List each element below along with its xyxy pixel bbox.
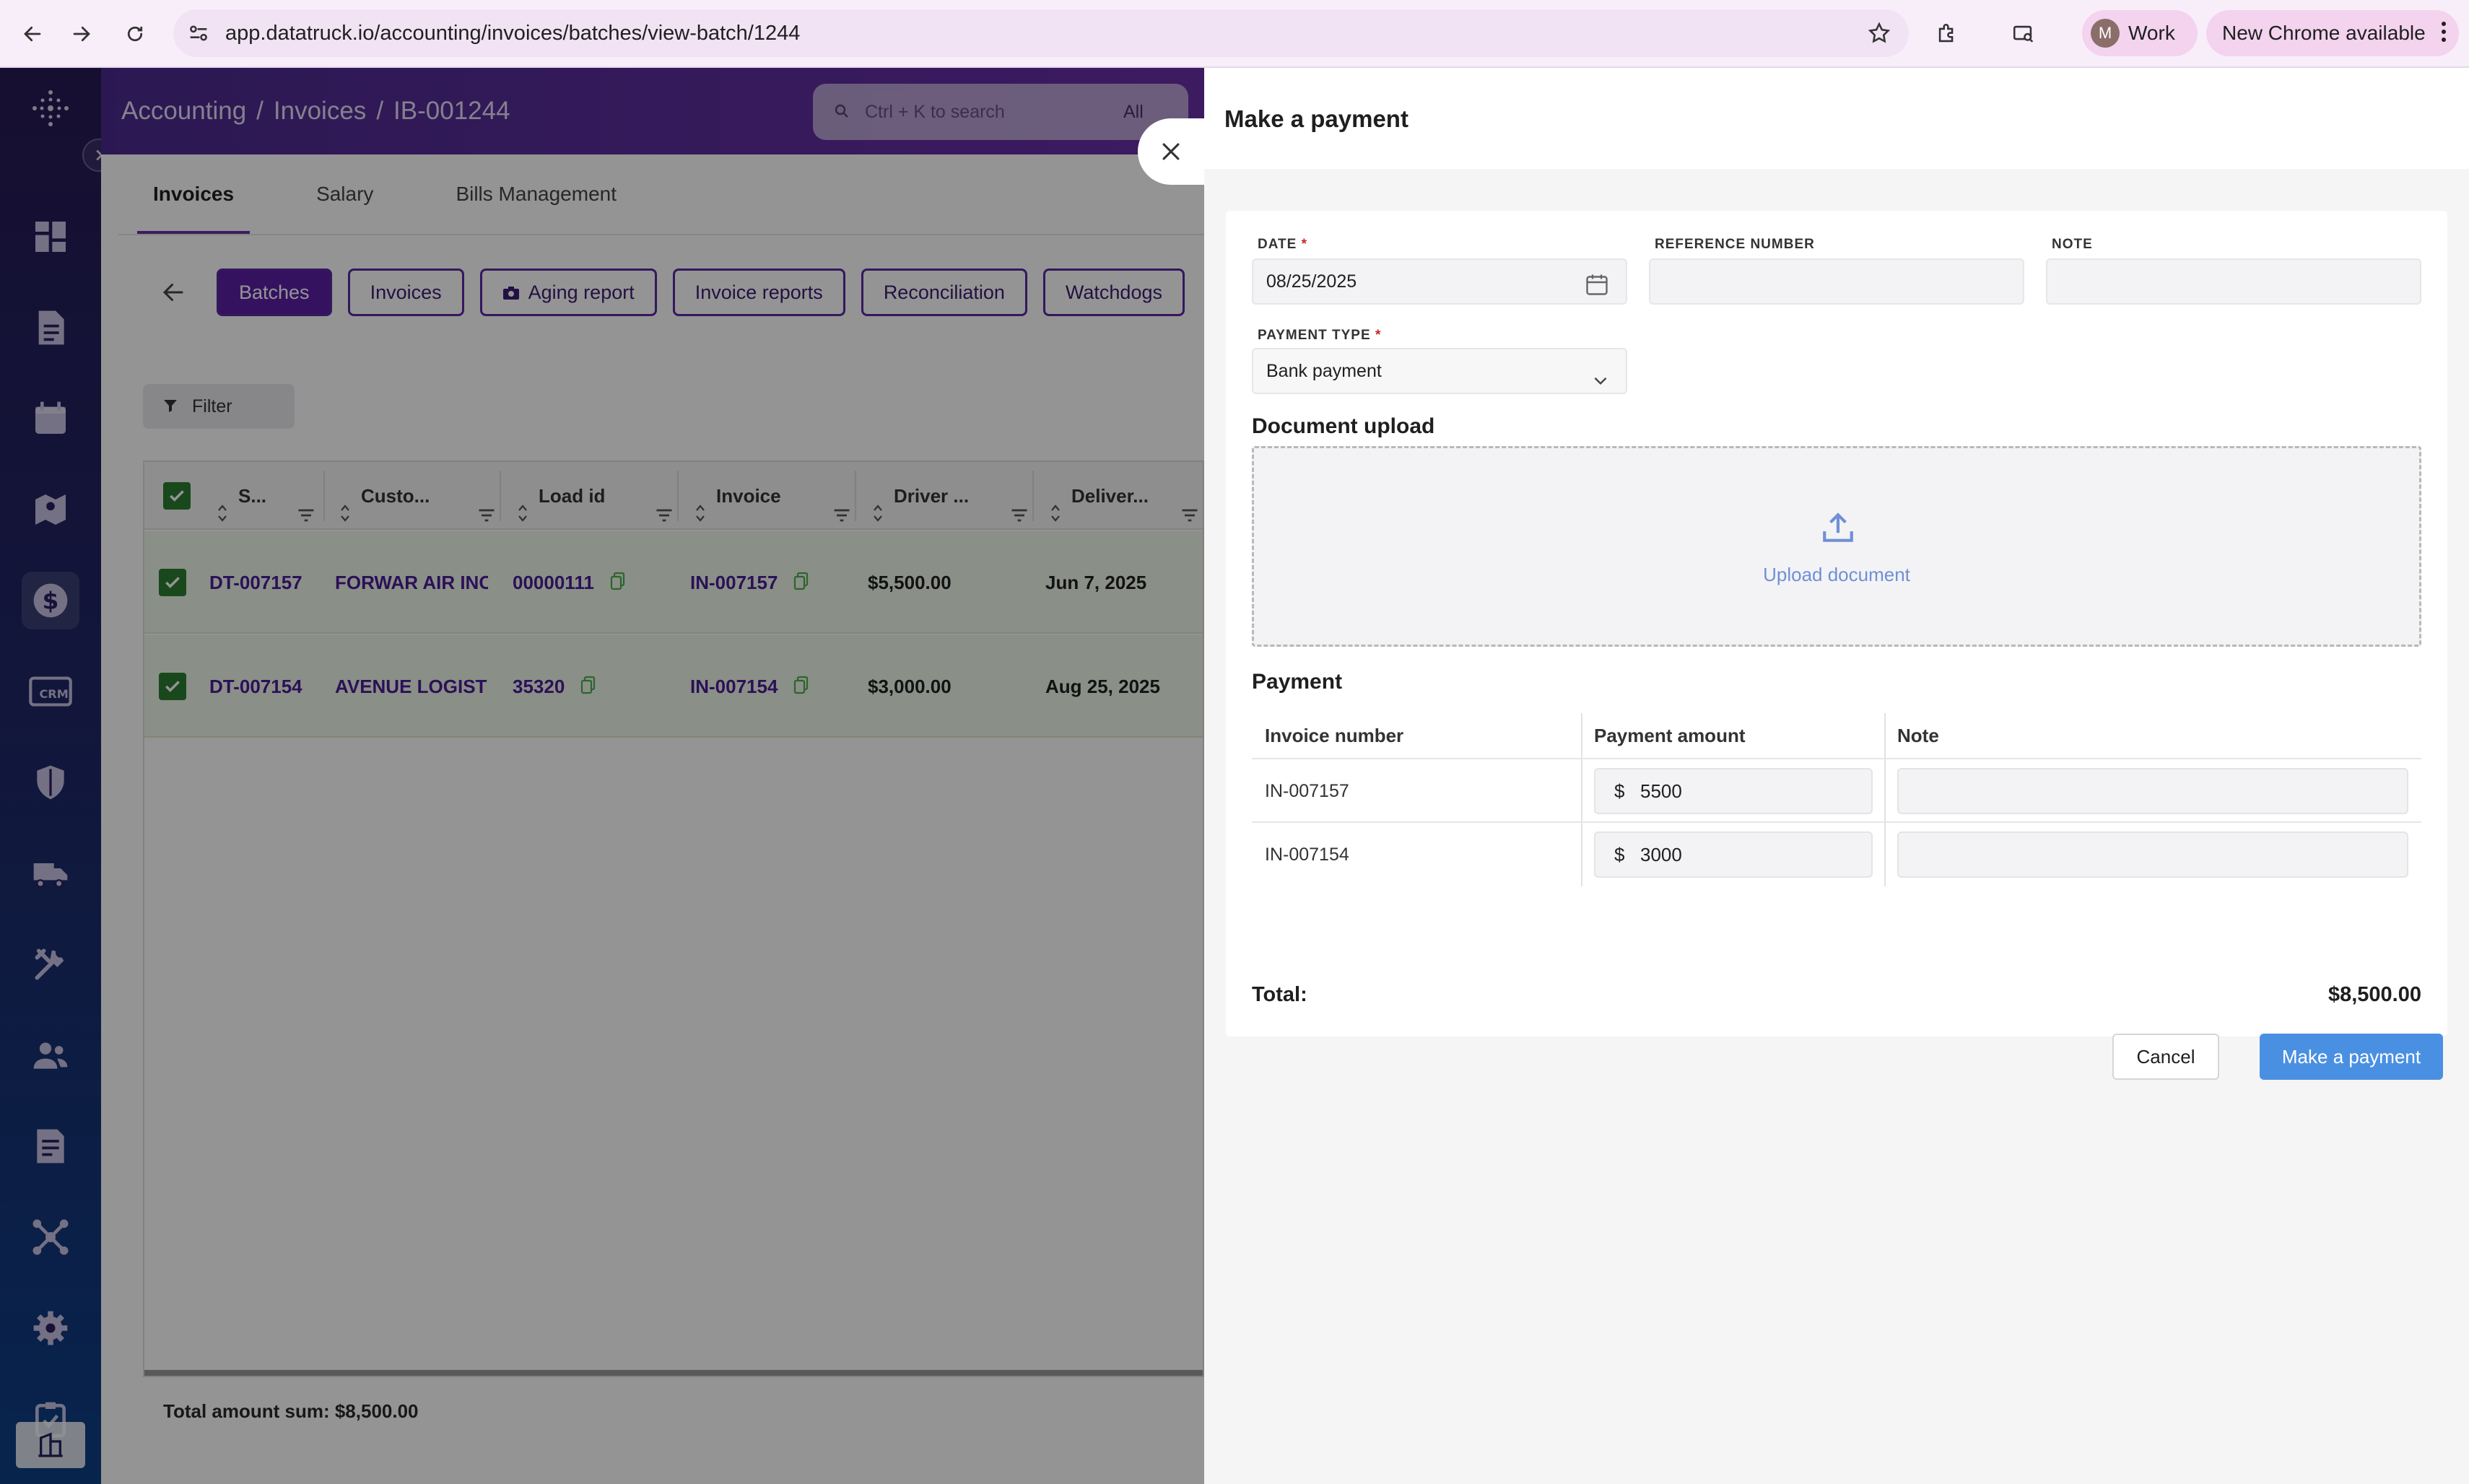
browser-toolbar: app.datatruck.io/accounting/invoices/bat…: [0, 0, 2469, 68]
date-label: DATE *: [1258, 237, 1307, 252]
chevron-down-icon: [1591, 362, 1610, 406]
chrome-update-button[interactable]: New Chrome available: [2206, 10, 2459, 56]
calendar-icon[interactable]: [1584, 270, 1610, 313]
column-header-note: Note: [1897, 725, 1939, 746]
document-dropzone[interactable]: Upload document: [1252, 446, 2421, 647]
column-header-payment-amount: Payment amount: [1594, 725, 1746, 746]
upload-icon: [1820, 510, 1856, 550]
payment-type-label: PAYMENT TYPE *: [1258, 328, 1382, 343]
payment-form: DATE * 08/25/2025 REFERENCE NUMBER NOTE …: [1226, 211, 2447, 1080]
bookmark-star-icon[interactable]: [1867, 21, 1891, 49]
date-field[interactable]: 08/25/2025: [1252, 258, 1627, 305]
payment-amount-input[interactable]: $ 5500: [1594, 768, 1873, 814]
column-header-invoice-number: Invoice number: [1265, 725, 1404, 746]
update-label: New Chrome available: [2222, 22, 2426, 44]
note-label: NOTE: [2052, 237, 2093, 252]
payment-invoice-number: IN-007154: [1265, 844, 1349, 865]
kebab-menu-icon[interactable]: [2440, 22, 2447, 45]
make-payment-drawer: Make a payment DATE * 08/25/2025 REFEREN…: [1204, 68, 2469, 1484]
drawer-title: Make a payment: [1224, 105, 1408, 132]
payment-section-title: Payment: [1252, 670, 1343, 694]
total-value: $8,500.00: [2328, 983, 2421, 1006]
reload-icon[interactable]: [117, 16, 153, 52]
profile-label: Work: [2128, 22, 2175, 44]
reference-number-input[interactable]: [1649, 258, 2024, 305]
make-payment-button[interactable]: Make a payment: [2260, 1034, 2443, 1080]
close-icon: [1162, 143, 1180, 160]
payment-note-input[interactable]: [1897, 768, 2408, 814]
profile-button[interactable]: M Work: [2082, 10, 2198, 56]
payment-type-select[interactable]: Bank payment: [1252, 348, 1627, 394]
drawer-header: Make a payment: [1204, 68, 2469, 169]
note-input[interactable]: [2046, 258, 2421, 305]
extensions-icon[interactable]: [1929, 16, 1965, 52]
forward-icon[interactable]: [64, 16, 100, 52]
address-bar[interactable]: app.datatruck.io/accounting/invoices/bat…: [173, 9, 1909, 57]
payment-note-input[interactable]: [1897, 832, 2408, 878]
payment-amount-input[interactable]: $ 3000: [1594, 832, 1873, 878]
back-icon[interactable]: [14, 16, 51, 52]
payment-invoice-number: IN-007157: [1265, 781, 1349, 801]
site-settings-icon[interactable]: [186, 21, 211, 49]
tab-search-icon[interactable]: [2006, 16, 2042, 52]
modal-backdrop[interactable]: [0, 68, 1204, 1484]
upload-document-label: Upload document: [1763, 564, 1910, 585]
cancel-button[interactable]: Cancel: [2112, 1034, 2219, 1080]
payment-row: IN-007157 $ 5500: [1252, 758, 2421, 821]
payment-row: IN-007154 $ 3000: [1252, 821, 2421, 885]
close-drawer-button[interactable]: [1138, 118, 1204, 185]
avatar: M: [2091, 19, 2120, 48]
reference-number-label: REFERENCE NUMBER: [1655, 237, 1815, 252]
url-text: app.datatruck.io/accounting/invoices/bat…: [225, 22, 801, 45]
document-upload-title: Document upload: [1252, 414, 1435, 438]
total-label: Total:: [1252, 983, 1307, 1006]
